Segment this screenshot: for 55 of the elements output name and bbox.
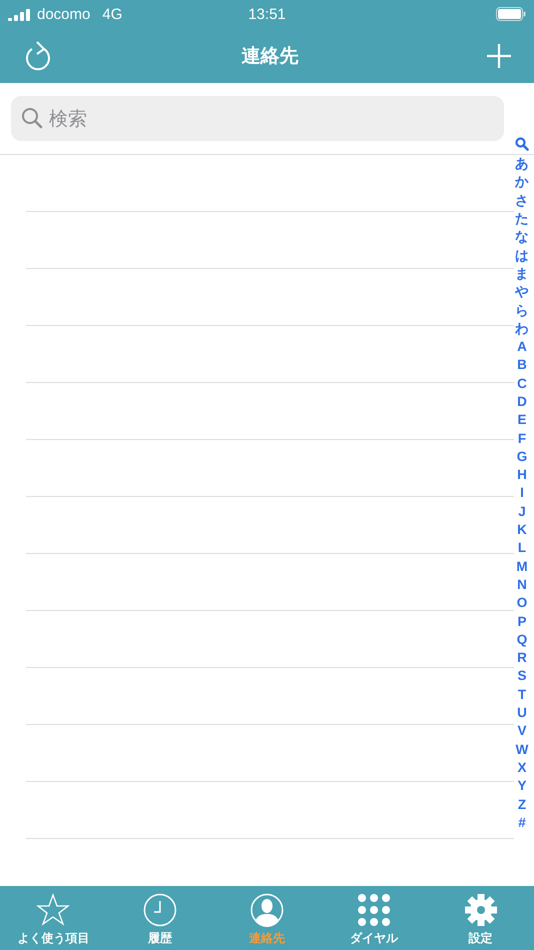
search-icon (21, 107, 43, 129)
index-letter[interactable]: さ (515, 192, 529, 210)
tab-bar-item[interactable]: 設定 (427, 886, 534, 950)
index-letter[interactable]: P (517, 612, 526, 631)
index-letter[interactable]: わ (515, 320, 529, 338)
index-letter[interactable]: O (516, 594, 528, 612)
index-letter[interactable]: J (518, 502, 526, 521)
index-letter[interactable]: V (517, 722, 526, 740)
star-icon (36, 893, 70, 927)
search-field[interactable]: 検索 (11, 96, 504, 141)
index-letter[interactable]: D (517, 392, 527, 412)
index-letter[interactable]: な (515, 228, 529, 246)
tab-bar-item[interactable]: よく使う項目 (0, 886, 107, 950)
index-letter[interactable]: U (517, 704, 527, 722)
add-button[interactable] (486, 42, 512, 68)
index-letter[interactable]: T (518, 686, 526, 704)
index-letter[interactable]: は (515, 246, 529, 265)
settings-icon (464, 893, 498, 927)
index-letter[interactable]: か (515, 173, 529, 192)
index-letter[interactable]: M (516, 558, 528, 576)
tab-bar-item[interactable]: ダイヤル (320, 886, 428, 950)
page-title: 連絡先 (242, 44, 298, 68)
index-letter[interactable]: W (516, 740, 528, 759)
tab-bar-item[interactable]: 履歴 (106, 886, 214, 950)
index-letter[interactable]: ら (515, 301, 529, 320)
index-letter[interactable]: K (517, 520, 527, 540)
index-letter[interactable]: A (517, 338, 527, 356)
index-letter[interactable]: C (517, 374, 527, 393)
index-letter[interactable]: ま (515, 264, 529, 284)
index-letter[interactable]: L (518, 539, 526, 558)
index-letter[interactable]: S (517, 667, 526, 686)
battery-icon (496, 7, 526, 21)
carrier-name: docomo (37, 6, 90, 22)
index-letter[interactable]: Y (517, 777, 526, 796)
index-letter[interactable]: F (518, 429, 526, 448)
index-letter[interactable]: た (515, 210, 529, 228)
index-letter[interactable]: Z (518, 795, 526, 814)
index-letter[interactable]: I (520, 484, 524, 503)
index-letter[interactable]: X (517, 758, 526, 778)
index-letter[interactable]: E (517, 411, 526, 430)
index-letter[interactable]: あ (515, 155, 529, 174)
index-letter[interactable]: Q (516, 630, 528, 650)
index-letter[interactable]: B (517, 356, 527, 375)
signal-icon (8, 8, 32, 20)
index-letter[interactable]: R (517, 649, 527, 668)
index-letter[interactable]: や (515, 283, 529, 302)
index-letter[interactable]: N (517, 576, 527, 594)
clock-icon (143, 893, 178, 927)
index-letter[interactable]: G (516, 448, 528, 466)
person-icon (250, 893, 284, 927)
status-time: 13:51 (248, 6, 286, 22)
network-type: 4G (102, 6, 122, 22)
dialpad-icon (356, 893, 391, 927)
index-letter[interactable]: # (518, 814, 526, 832)
index-letter[interactable]: H (517, 466, 527, 484)
